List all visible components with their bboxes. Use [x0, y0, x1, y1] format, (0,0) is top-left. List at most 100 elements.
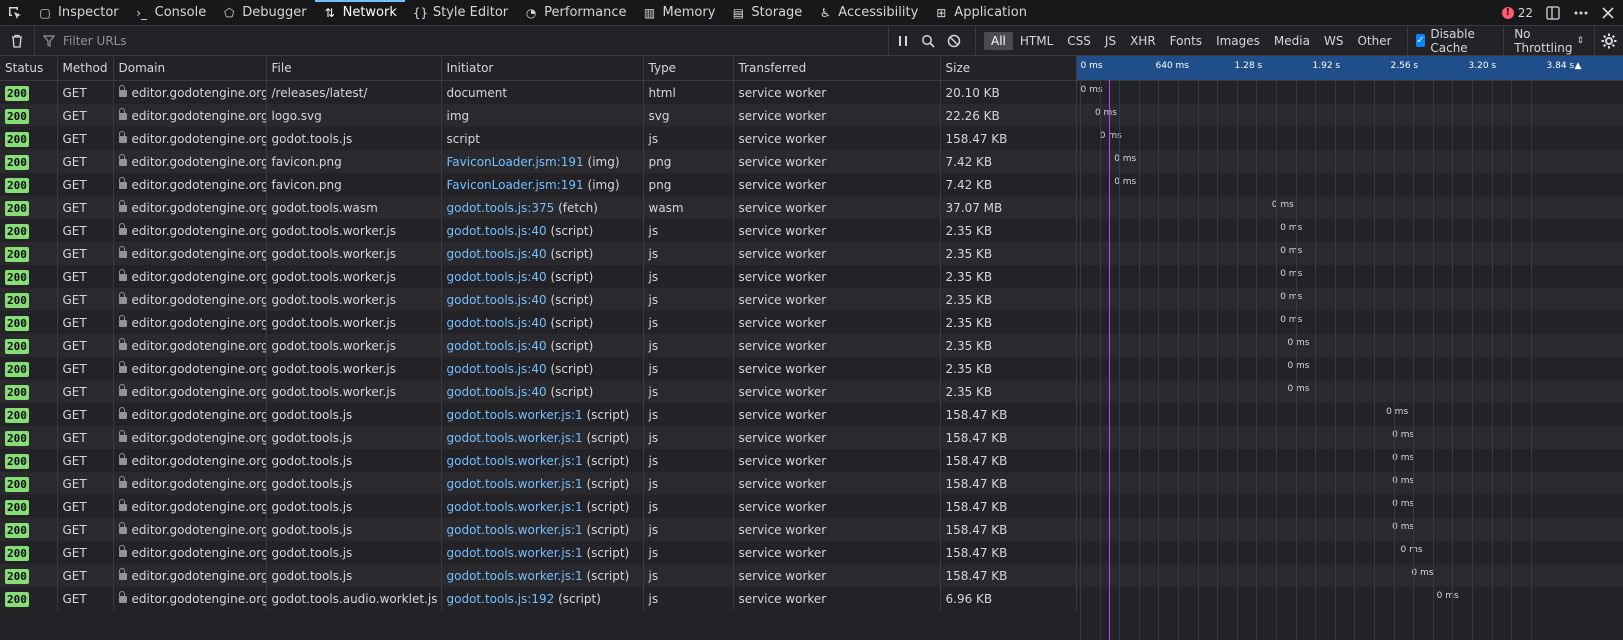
table-row[interactable]: 200 GET editor.godotengine.org logo.svg img s…: [0, 104, 1623, 127]
table-row[interactable]: 200 GET editor.godotengine.org godot.tools.…: [0, 587, 1623, 610]
initiator-type: (img): [587, 154, 620, 169]
disable-cache-toggle[interactable]: ✓ Disable Cache: [1408, 26, 1505, 55]
close-icon[interactable]: [1601, 6, 1615, 20]
type-filter-html[interactable]: HTML: [1013, 32, 1060, 50]
tab-application[interactable]: ⊞ Application: [926, 0, 1035, 25]
type-filter-images[interactable]: Images: [1209, 32, 1267, 50]
domain-cell: editor.godotengine.org: [113, 104, 267, 127]
table-row[interactable]: 200 GET editor.godotengine.org godot.tools.…: [0, 311, 1623, 334]
tab-memory[interactable]: ▥ Memory: [635, 0, 724, 25]
initiator-link[interactable]: godot.tools.worker.js:1: [447, 477, 583, 491]
column-header-status[interactable]: Status: [0, 56, 58, 81]
tab-style-editor[interactable]: {} Style Editor: [405, 0, 516, 25]
table-row[interactable]: 200 GET editor.godotengine.org godot.tools.…: [0, 564, 1623, 587]
table-row[interactable]: 200 GET editor.godotengine.org godot.tools.…: [0, 357, 1623, 380]
clear-button[interactable]: [0, 34, 34, 48]
initiator-link[interactable]: godot.tools.worker.js:1: [447, 408, 583, 422]
table-row[interactable]: 200 GET editor.godotengine.org godot.tools.…: [0, 403, 1623, 426]
type-filter-fonts[interactable]: Fonts: [1163, 32, 1209, 50]
initiator-link[interactable]: godot.tools.js:40: [447, 224, 547, 238]
table-row[interactable]: 200 GET editor.godotengine.org godot.tools.…: [0, 449, 1623, 472]
checkbox-checked-icon[interactable]: ✓: [1415, 34, 1426, 47]
timing-label: 0 ms: [1386, 407, 1409, 417]
table-row[interactable]: 200 GET editor.godotengine.org/releases/la…: [0, 80, 1623, 104]
block-icon[interactable]: [947, 34, 961, 48]
file-cell: godot.tools.js: [266, 472, 442, 495]
element-picker-button[interactable]: [0, 0, 30, 25]
table-row[interactable]: 200 GET editor.godotengine.org godot.tools.…: [0, 334, 1623, 357]
more-icon[interactable]: [1573, 5, 1589, 21]
tab-console[interactable]: ›_ Console: [127, 0, 215, 25]
file-cell: godot.tools.js: [266, 426, 442, 449]
type-filter-ws[interactable]: WS: [1317, 32, 1350, 50]
initiator-link[interactable]: godot.tools.worker.js:1: [447, 546, 583, 560]
tab-performance[interactable]: ◔ Performance: [516, 0, 634, 25]
column-header-file[interactable]: File: [266, 56, 442, 81]
column-header-method[interactable]: Method: [57, 56, 114, 81]
filter-urls-input[interactable]: [61, 32, 845, 49]
table-row[interactable]: 200 GET editor.godotengine.org godot.tools.…: [0, 541, 1623, 564]
initiator-link[interactable]: godot.tools.js:40: [447, 362, 547, 376]
tab-accessibility[interactable]: ♿ Accessibility: [810, 0, 926, 25]
table-row[interactable]: 200 GET editor.godotengine.org godot.tools.…: [0, 242, 1623, 265]
type-filter-js[interactable]: JS: [1098, 32, 1123, 50]
initiator-link[interactable]: godot.tools.worker.js:1: [447, 431, 583, 445]
tab-storage[interactable]: ▤ Storage: [723, 0, 810, 25]
column-header-waterfall[interactable]: 0 ms 640 ms 1.28 s 1.92 s 2.56 s 3.20 s 3.84 s…: [1076, 56, 1623, 81]
initiator-cell: godot.tools.worker.js:1 (script): [441, 541, 644, 564]
initiator-link[interactable]: godot.tools.worker.js:1: [447, 454, 583, 468]
initiator-link[interactable]: godot.tools.js:192: [447, 592, 555, 606]
type-filter-other[interactable]: Other: [1350, 32, 1398, 50]
column-header-initiator[interactable]: Initiator: [441, 56, 644, 81]
type-filter-media[interactable]: Media: [1267, 32, 1317, 50]
status-cell: 200: [0, 334, 58, 357]
tab-label: Debugger: [242, 5, 307, 20]
tab-debugger[interactable]: ⬠ Debugger: [214, 0, 314, 25]
initiator-link[interactable]: godot.tools.worker.js:1: [447, 569, 583, 583]
table-row[interactable]: 200 GET editor.godotengine.org godot.tools.…: [0, 380, 1623, 403]
initiator-link[interactable]: godot.tools.js:40: [447, 293, 547, 307]
table-row[interactable]: 200 GET editor.godotengine.org godot.tools.…: [0, 265, 1623, 288]
initiator-link[interactable]: godot.tools.js:375: [447, 201, 555, 215]
table-row[interactable]: 200 GET editor.godotengine.org favicon.png F…: [0, 173, 1623, 196]
search-icon[interactable]: [921, 34, 935, 48]
domain-text: editor.godotengine.org: [131, 338, 266, 353]
table-row[interactable]: 200 GET editor.godotengine.org godot.tools.…: [0, 426, 1623, 449]
tab-network[interactable]: ⇅ Network: [314, 0, 406, 25]
error-counter[interactable]: ! 22: [1501, 6, 1533, 20]
initiator-link[interactable]: godot.tools.js:40: [447, 247, 547, 261]
table-row[interactable]: 200 GET editor.godotengine.org godot.tools.…: [0, 472, 1623, 495]
table-row[interactable]: 200 GET editor.godotengine.org godot.tools.…: [0, 518, 1623, 541]
table-row[interactable]: 200 GET editor.godotengine.org godot.tools.…: [0, 196, 1623, 219]
column-header-transferred[interactable]: Transferred: [733, 56, 941, 81]
initiator-type: (script): [586, 499, 630, 514]
throttling-select[interactable]: No Throttling ⇕: [1504, 26, 1595, 55]
tab-inspector[interactable]: ▢ Inspector: [30, 0, 127, 25]
initiator-link[interactable]: godot.tools.js:40: [447, 316, 547, 330]
table-row[interactable]: 200 GET editor.godotengine.org godot.tools.…: [0, 219, 1623, 242]
initiator-link[interactable]: godot.tools.worker.js:1: [447, 500, 583, 514]
pause-icon[interactable]: [897, 35, 909, 47]
initiator-link[interactable]: godot.tools.worker.js:1: [447, 523, 583, 537]
size-cell: 2.35 KB: [940, 380, 1077, 403]
initiator-link[interactable]: godot.tools.js:40: [447, 385, 547, 399]
method-cell: GET: [57, 127, 114, 150]
initiator-link[interactable]: FaviconLoader.jsm:191: [447, 155, 584, 169]
table-row[interactable]: 200 GET editor.godotengine.org godot.tools.…: [0, 495, 1623, 518]
column-header-size[interactable]: Size: [940, 56, 1077, 81]
type-filter-xhr[interactable]: XHR: [1123, 32, 1163, 50]
type-filter-all[interactable]: All: [984, 31, 1013, 50]
column-header-domain[interactable]: Domain: [113, 56, 267, 81]
table-row[interactable]: 200 GET editor.godotengine.org godot.tools.…: [0, 288, 1623, 311]
column-header-type[interactable]: Type: [643, 56, 734, 81]
settings-button[interactable]: [1595, 33, 1623, 49]
table-row[interactable]: 200 GET editor.godotengine.org godot.tools.…: [0, 127, 1623, 150]
type-filter-css[interactable]: CSS: [1060, 32, 1098, 50]
timing-label: 0 ms: [1392, 499, 1415, 509]
initiator-link[interactable]: godot.tools.js:40: [447, 270, 547, 284]
initiator-cell: godot.tools.worker.js:1 (script): [441, 564, 644, 587]
dock-icon[interactable]: [1545, 5, 1561, 21]
initiator-link[interactable]: godot.tools.js:40: [447, 339, 547, 353]
table-row[interactable]: 200 GET editor.godotengine.org favicon.png F…: [0, 150, 1623, 173]
initiator-link[interactable]: FaviconLoader.jsm:191: [447, 178, 584, 192]
